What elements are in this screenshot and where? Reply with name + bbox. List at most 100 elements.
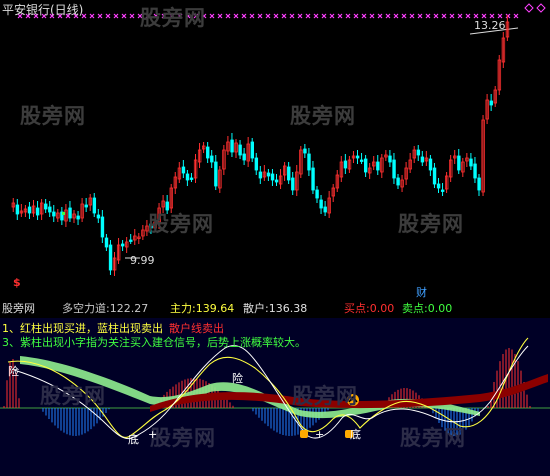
candle [440, 189, 445, 192]
watermark: 股旁网 [398, 212, 464, 236]
candle [396, 177, 400, 186]
marker-cross [249, 13, 255, 19]
candle [44, 203, 48, 210]
watermark: 股旁网 [140, 6, 206, 30]
marker-cross [265, 13, 271, 19]
marker-cross [497, 13, 503, 19]
watermark: 股旁网 [20, 104, 86, 128]
candle [254, 157, 259, 171]
marker-cross [393, 13, 399, 19]
candle [376, 161, 380, 171]
marker-cross [233, 13, 239, 19]
candle [84, 204, 88, 208]
marker-cross [225, 13, 231, 19]
candle [68, 207, 72, 219]
candle [428, 158, 433, 171]
candle [311, 167, 315, 191]
event-marker[interactable]: $ [13, 276, 21, 289]
candle [315, 189, 319, 199]
indicator-item-buy: 买点:0.00 [344, 302, 395, 315]
finance-marker[interactable]: 财 [416, 284, 427, 300]
candle [270, 173, 275, 181]
candle [129, 239, 133, 242]
hand-icon [300, 430, 308, 438]
candle [274, 179, 279, 183]
bottom-signal-label: 底 [128, 433, 139, 446]
marker-cross [425, 13, 431, 19]
high-price-label: 13.26 [474, 19, 506, 32]
marker-cross [257, 13, 263, 19]
candle [319, 199, 323, 209]
marker-cross [409, 13, 415, 19]
candle [258, 171, 263, 179]
candle [15, 204, 20, 215]
candle [214, 161, 218, 187]
marker-cross [297, 13, 303, 19]
chart-title: 平安银行(日线) [2, 3, 84, 17]
marker-cross [129, 13, 135, 19]
marker-cross [385, 13, 391, 19]
candle [355, 155, 360, 159]
watermark: 股旁网 [400, 426, 466, 450]
marker-cross [489, 13, 495, 19]
candle [104, 237, 109, 248]
candle [48, 206, 52, 213]
marker-cross [281, 13, 287, 19]
marker-cross [353, 13, 359, 19]
marker-cross [361, 13, 367, 19]
candle [238, 144, 242, 156]
candle [432, 167, 437, 185]
marker-cross [89, 13, 95, 19]
candle [457, 155, 461, 171]
marker-cross [105, 13, 111, 19]
candle [477, 177, 481, 191]
risk-signal-label: 险 [232, 372, 243, 385]
candle [420, 156, 425, 163]
marker-cross [441, 13, 447, 19]
marker-cross [241, 13, 247, 19]
candle [266, 172, 271, 177]
candle [121, 243, 125, 247]
marker-cross [505, 13, 511, 19]
marker-cross [473, 13, 479, 19]
candle [303, 148, 307, 154]
marker-cross [513, 13, 519, 19]
indicator-chart-panel[interactable]: 股旁网 股旁网 股旁网 股旁网 1、红柱出现买进，蓝柱出现卖出 散户线卖出 3、紫… [0, 318, 550, 476]
signal-dot [62, 212, 65, 215]
marker-cross [313, 13, 319, 19]
legend-note-2: 3、紫柱出现小字指为关注买入建仓信号，后势上涨概率较大。 [2, 336, 306, 349]
indicator-value-bar: 股旁网 多空力道:122.27 主力:139.64 散户:136.38 买点:0… [0, 300, 550, 318]
indicator-item-sell: 卖点:0.00 [402, 302, 453, 315]
candle [206, 146, 210, 159]
candlestick-chart[interactable] [0, 0, 550, 300]
marker-cross [305, 13, 311, 19]
marker-diamond [536, 3, 546, 13]
candle [287, 166, 291, 181]
candle [307, 153, 311, 171]
marker-cross [217, 13, 223, 19]
watermark: 股旁网 [292, 384, 358, 408]
candle [230, 139, 234, 153]
marker-cross [465, 13, 471, 19]
candle [469, 158, 473, 167]
marker-cross [321, 13, 327, 19]
marker-cross [481, 13, 487, 19]
indicator-item-sanhu: 散户:136.38 [243, 302, 308, 315]
candle [189, 177, 194, 180]
candle [363, 158, 368, 173]
candle [359, 159, 364, 162]
indicator-item-zhuli: 主力:139.64 [170, 302, 235, 315]
candle [100, 216, 105, 238]
candle [416, 149, 421, 156]
watermark: 股旁网 [40, 384, 106, 408]
candle [250, 141, 254, 159]
candle [108, 244, 113, 271]
candle [388, 155, 392, 163]
price-chart-panel[interactable]: 股旁网 股旁网 股旁网 股旁网 股旁网 平安银行(日线) 13.26 9.99 … [0, 0, 550, 300]
marker-cross [97, 13, 103, 19]
marker-cross [329, 13, 335, 19]
candle [181, 166, 186, 174]
candle [52, 211, 56, 217]
marker-cross [121, 13, 127, 19]
marker-cross [209, 13, 215, 19]
